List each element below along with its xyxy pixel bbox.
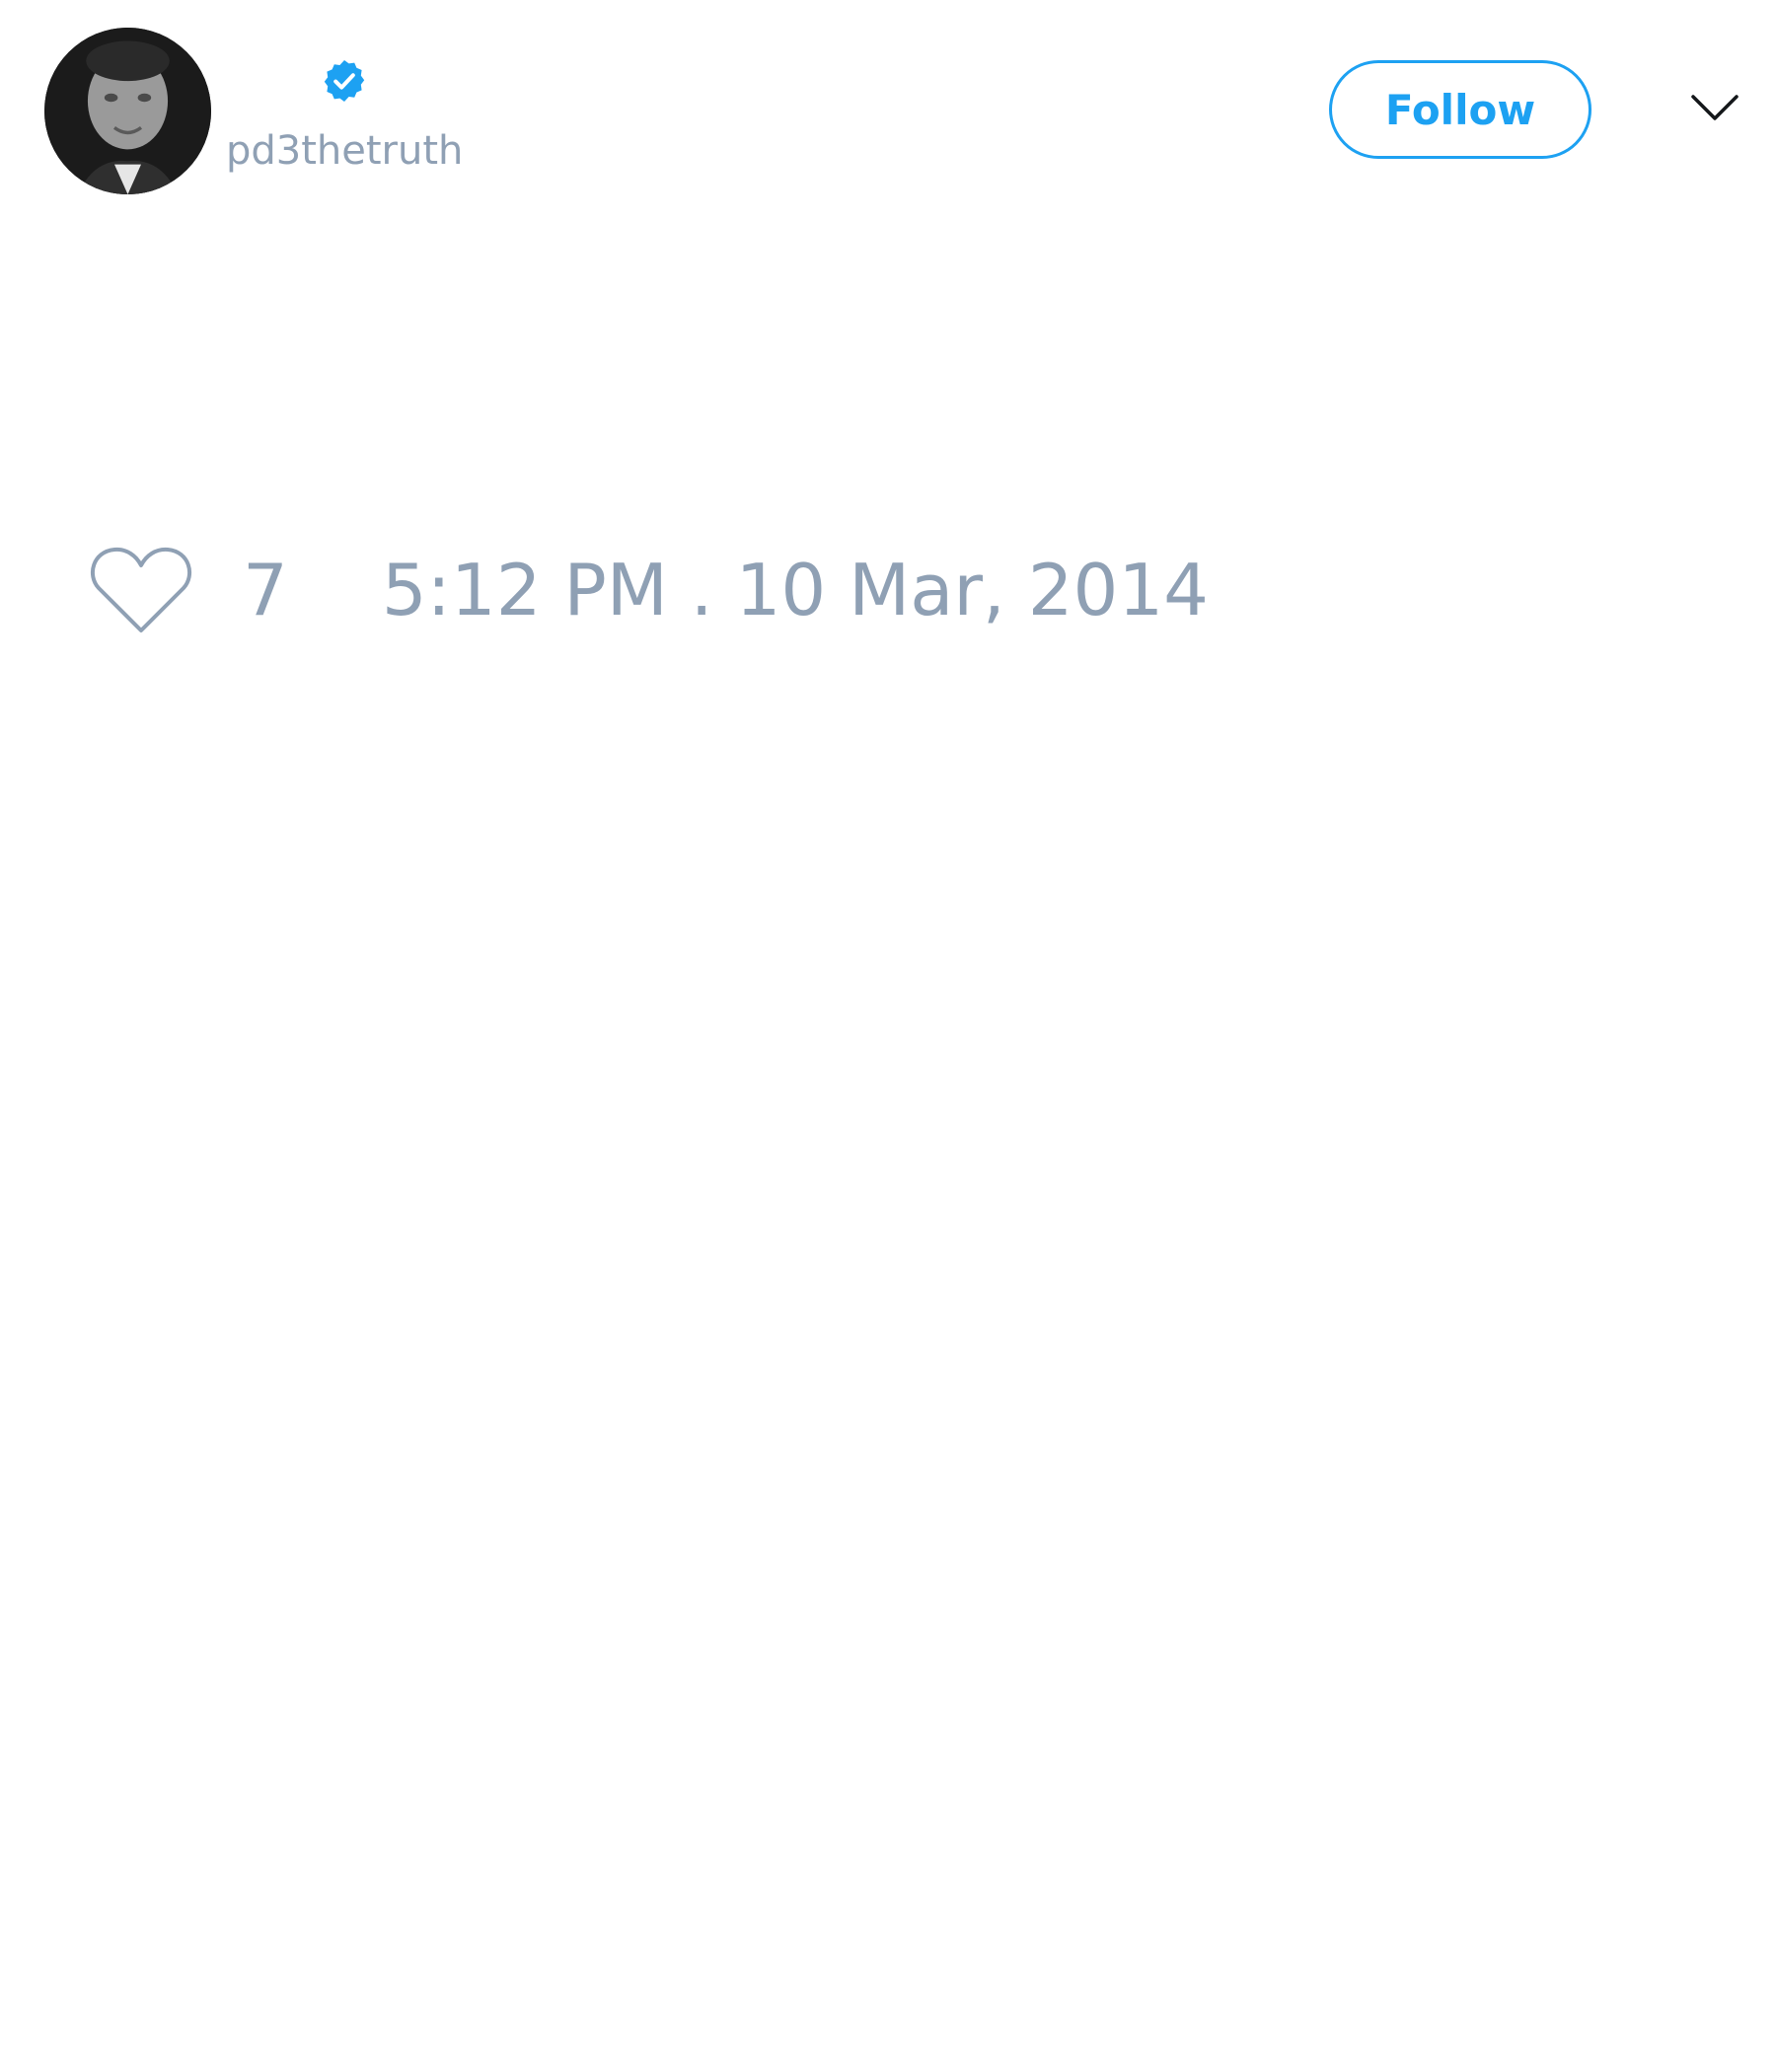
tweet-actions: 7 5:12 PM . 10 Mar, 2014 bbox=[89, 541, 1209, 639]
verified-badge-icon bbox=[321, 57, 368, 105]
avatar[interactable] bbox=[44, 28, 211, 194]
chevron-down-icon[interactable] bbox=[1689, 89, 1740, 128]
username[interactable]: pd3thetruth bbox=[226, 126, 463, 176]
tweet-timestamp[interactable]: 5:12 PM . 10 Mar, 2014 bbox=[382, 541, 1209, 639]
tweet-card: pd3thetruth Follow 7 5:12 PM . 10 Mar, 2… bbox=[0, 0, 1776, 2072]
follow-button[interactable]: Follow bbox=[1329, 60, 1591, 159]
avatar-photo bbox=[44, 28, 211, 194]
like-count: 7 bbox=[243, 549, 288, 631]
display-name-row bbox=[227, 55, 368, 107]
heart-outline-icon[interactable] bbox=[89, 544, 193, 636]
